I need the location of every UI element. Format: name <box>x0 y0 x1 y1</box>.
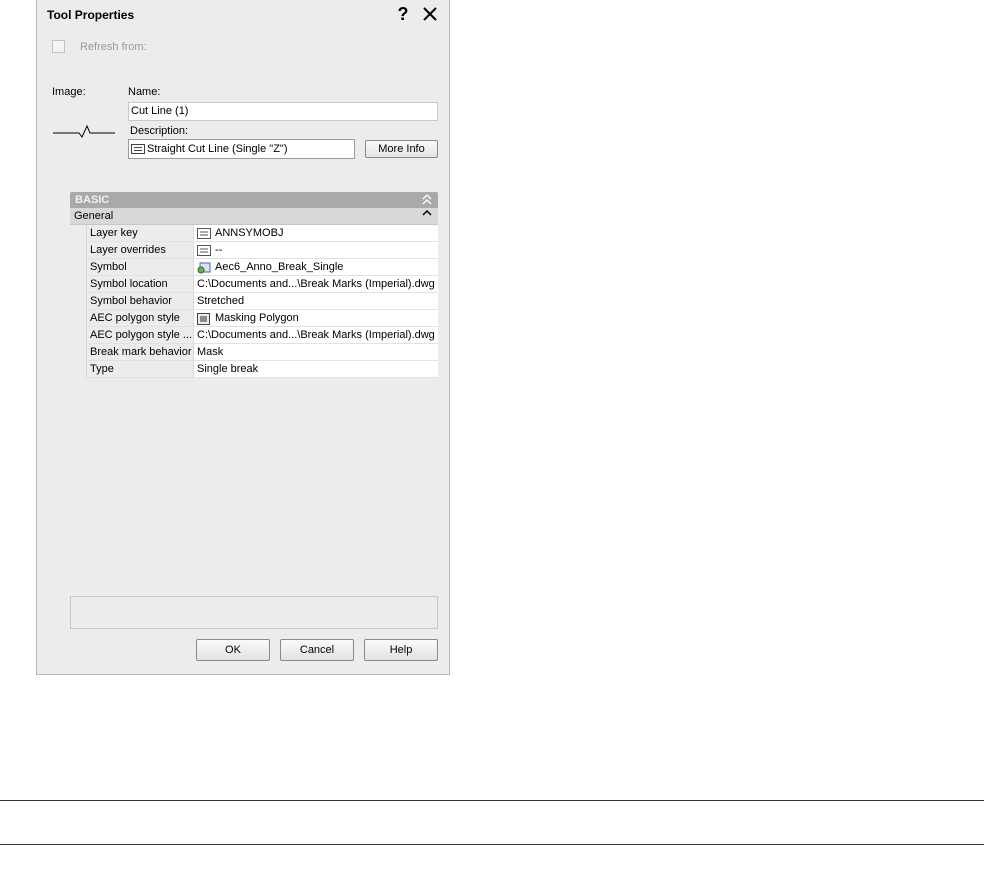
close-icon[interactable] <box>420 4 440 24</box>
property-row[interactable]: Layer key ANNSYMOBJ <box>87 225 438 242</box>
property-value[interactable]: Single break <box>194 361 438 377</box>
title-bar: Tool Properties ? <box>37 0 449 29</box>
symbol-icon <box>197 262 211 273</box>
divider <box>0 844 984 845</box>
property-row[interactable]: Layer overrides -- <box>87 242 438 259</box>
cancel-button[interactable]: Cancel <box>280 639 354 661</box>
group-title: General <box>74 210 114 222</box>
property-value[interactable]: C:\Documents and...\Break Marks (Imperia… <box>194 327 438 343</box>
cut-line-preview-icon[interactable] <box>53 120 115 144</box>
section-title: BASIC <box>75 194 110 206</box>
property-row[interactable]: AEC polygon style Masking Polygon <box>87 310 438 327</box>
section-header-basic[interactable]: BASIC <box>70 192 438 208</box>
property-rows: Layer key ANNSYMOBJ Layer overrides -- S… <box>86 225 438 378</box>
property-value[interactable]: Masking Polygon <box>194 310 438 326</box>
property-name: Type <box>87 361 194 377</box>
property-row[interactable]: Symbol location C:\Documents and...\Brea… <box>87 276 438 293</box>
property-row[interactable]: AEC polygon style ... C:\Documents and..… <box>87 327 438 344</box>
more-info-button[interactable]: More Info <box>365 140 438 158</box>
refresh-label: Refresh from: <box>80 41 147 53</box>
dialog-title: Tool Properties <box>47 8 135 22</box>
tool-properties-dialog: Tool Properties ? Refresh from: Image: N… <box>36 0 450 675</box>
text-field-icon <box>131 144 145 154</box>
property-name: AEC polygon style <box>87 310 194 326</box>
chevron-up-icon[interactable] <box>422 208 432 224</box>
property-value[interactable]: C:\Documents and...\Break Marks (Imperia… <box>194 276 438 292</box>
property-value[interactable]: -- <box>194 242 438 258</box>
property-description-panel <box>70 596 438 629</box>
property-row[interactable]: Type Single break <box>87 361 438 378</box>
image-label: Image: <box>52 86 86 98</box>
help-button[interactable]: Help <box>364 639 438 661</box>
refresh-checkbox[interactable] <box>52 40 65 53</box>
property-name: Symbol <box>87 259 194 275</box>
property-value[interactable]: ANNSYMOBJ <box>194 225 438 241</box>
property-value[interactable]: Mask <box>194 344 438 360</box>
divider <box>0 800 984 801</box>
property-name: Symbol behavior <box>87 293 194 309</box>
property-name: Break mark behavior <box>87 344 194 360</box>
double-chevron-up-icon[interactable] <box>422 192 432 208</box>
polygon-style-icon <box>197 312 211 325</box>
property-row[interactable]: Symbol behavior Stretched <box>87 293 438 310</box>
property-row[interactable]: Break mark behavior Mask <box>87 344 438 361</box>
property-name: Layer overrides <box>87 242 194 258</box>
description-label: Description: <box>130 125 189 137</box>
property-value[interactable]: Aec6_Anno_Break_Single <box>194 259 438 275</box>
property-name: AEC polygon style ... <box>87 327 194 343</box>
property-grid: BASIC General Layer key ANNSYMOBJ Layer … <box>70 192 438 378</box>
group-header-general[interactable]: General <box>70 208 438 225</box>
layer-override-icon <box>197 244 211 256</box>
name-field[interactable]: Cut Line (1) <box>128 102 438 121</box>
property-name: Symbol location <box>87 276 194 292</box>
name-label: Name: <box>128 86 161 98</box>
ok-button[interactable]: OK <box>196 639 270 661</box>
property-name: Layer key <box>87 225 194 241</box>
description-value: Straight Cut Line (Single "Z") <box>147 143 288 155</box>
description-field[interactable]: Straight Cut Line (Single "Z") <box>128 139 355 159</box>
property-row[interactable]: Symbol Aec6_Anno_Break_Single <box>87 259 438 276</box>
layer-key-icon <box>197 227 211 239</box>
property-value[interactable]: Stretched <box>194 293 438 309</box>
help-question-button[interactable]: ? <box>393 4 413 24</box>
